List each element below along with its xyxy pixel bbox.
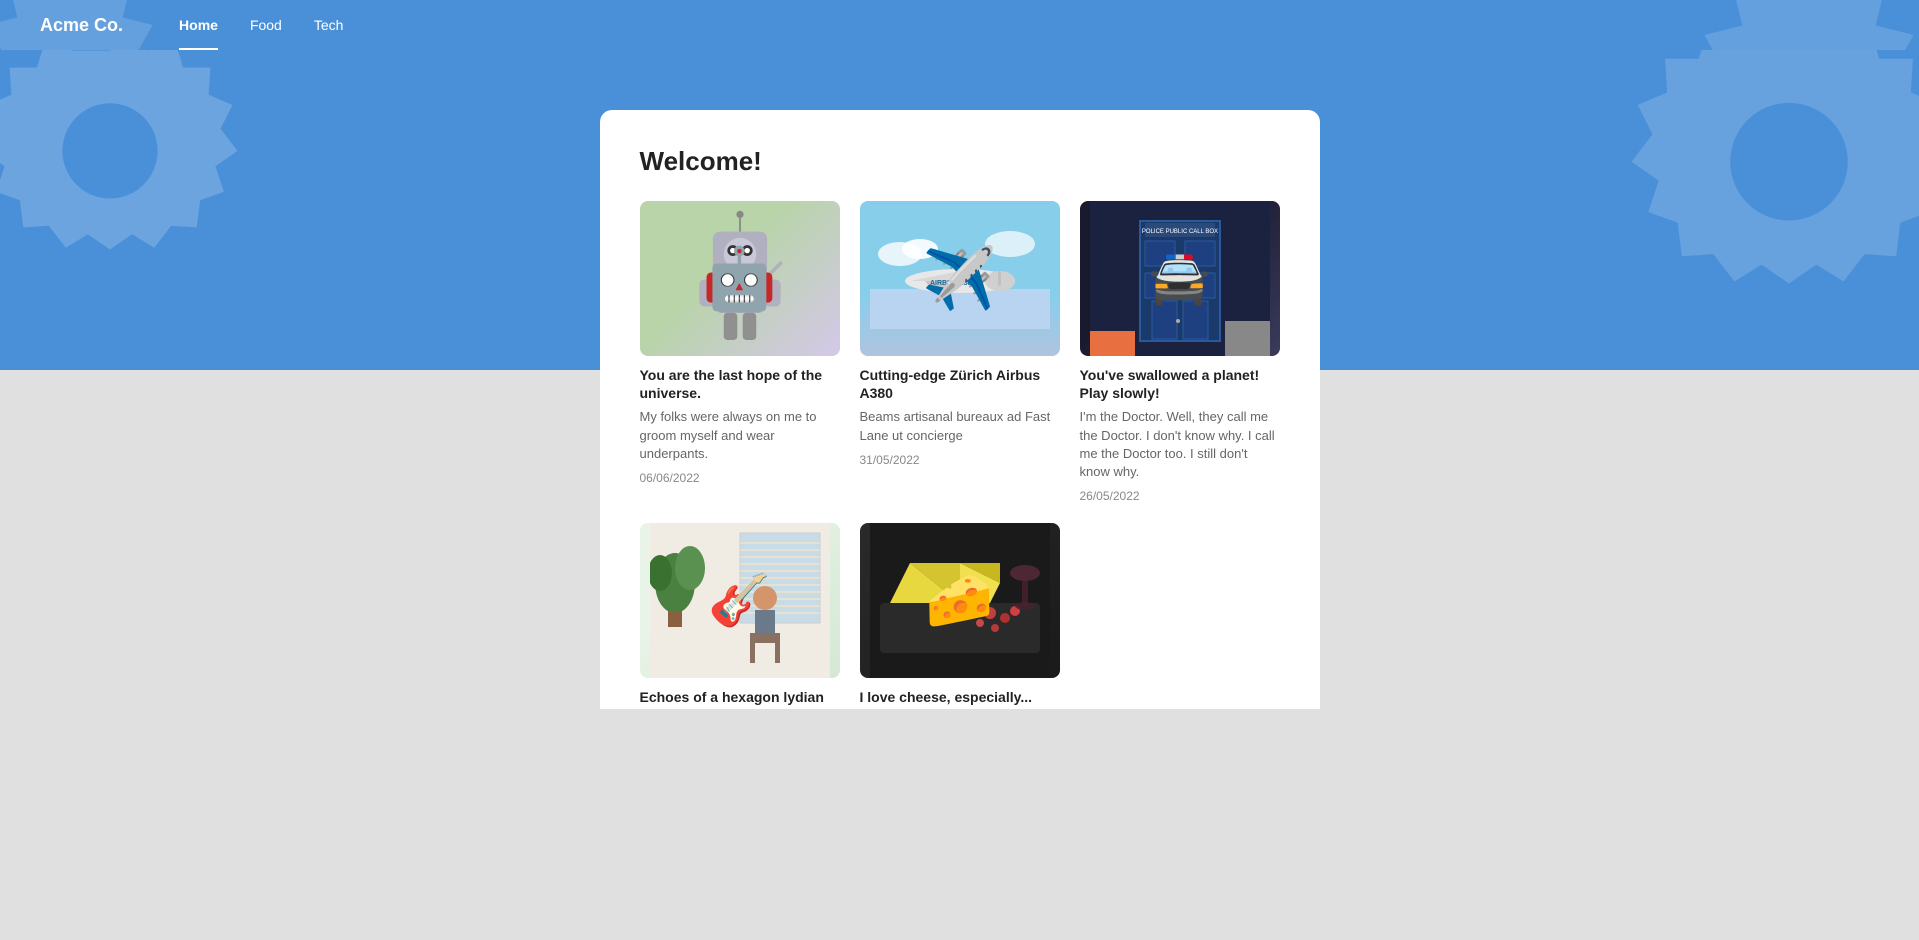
article-date-3: 26/05/2022 (1080, 489, 1280, 503)
welcome-title: Welcome! (640, 146, 1280, 177)
article-date-1: 06/06/2022 (640, 471, 840, 485)
article-image-3: POLICE PUBLIC CALL BOX (1080, 201, 1280, 356)
article-placeholder (1080, 523, 1280, 709)
nav-item-home[interactable]: Home (163, 0, 234, 50)
article-excerpt-3: I'm the Doctor. Well, they call me the D… (1080, 408, 1280, 481)
article-title-2: Cutting-edge Zürich Airbus A380 (860, 366, 1060, 402)
article-card-4[interactable]: Echoes of a hexagon lydian scale Your ba… (640, 523, 840, 709)
articles-row-1: You are the last hope of the universe. M… (640, 201, 1280, 503)
article-image-2: AIRBUS A380 (860, 201, 1060, 356)
svg-text:POLICE PUBLIC CALL BOX: POLICE PUBLIC CALL BOX (1141, 229, 1217, 235)
article-image-5 (860, 523, 1060, 678)
header: Acme Co. Home Food Tech (0, 0, 1919, 50)
gear-decoration-right (1619, 0, 1919, 50)
article-title-4: Echoes of a hexagon lydian scale (640, 688, 840, 709)
article-card-5[interactable]: I love cheese, especially... Cheese and … (860, 523, 1060, 709)
content-card: Welcome! (600, 110, 1320, 709)
bg-gear-left (0, 50, 280, 360)
article-title-1: You are the last hope of the universe. (640, 366, 840, 402)
articles-row-2: Echoes of a hexagon lydian scale Your ba… (640, 523, 1280, 709)
nav-item-food[interactable]: Food (234, 0, 298, 50)
nav-item-tech[interactable]: Tech (298, 0, 360, 50)
bg-gear-right (1579, 50, 1919, 420)
main-nav: Home Food Tech (163, 0, 359, 50)
article-excerpt-2: Beams artisanal bureaux ad Fast Lane ut … (860, 408, 1060, 444)
article-excerpt-1: My folks were always on me to groom myse… (640, 408, 840, 463)
article-card-3[interactable]: POLICE PUBLIC CALL BOX (1080, 201, 1280, 503)
article-image-4 (640, 523, 840, 678)
article-date-2: 31/05/2022 (860, 453, 1060, 467)
svg-text:AIRBUS A380: AIRBUS A380 (930, 280, 975, 287)
article-card-1[interactable]: You are the last hope of the universe. M… (640, 201, 840, 503)
article-title-5: I love cheese, especially... (860, 688, 1060, 706)
article-image-1 (640, 201, 840, 356)
article-card-2[interactable]: AIRBUS A380 Cutting-edge Zürich Airbus A… (860, 201, 1060, 503)
article-title-3: You've swallowed a planet! Play slowly! (1080, 366, 1280, 402)
